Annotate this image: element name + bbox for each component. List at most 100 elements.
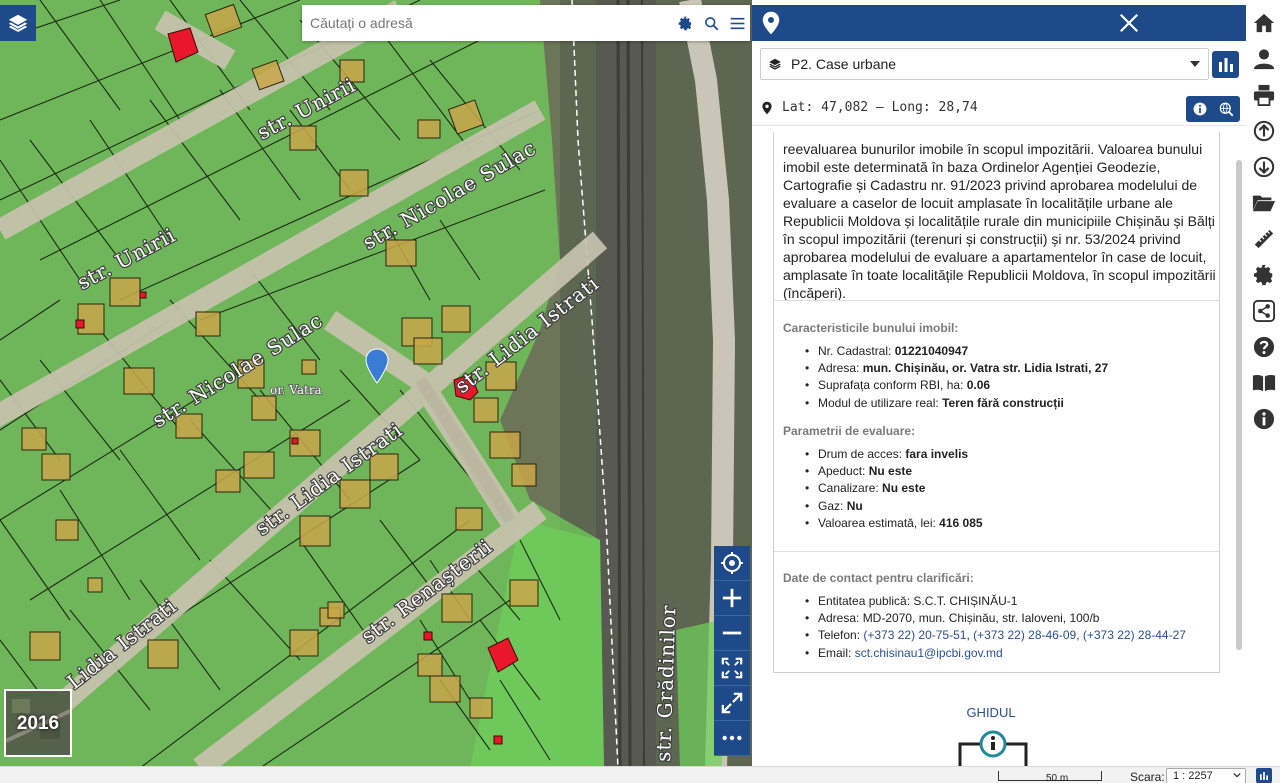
layers-icon xyxy=(8,14,28,32)
info-button[interactable] xyxy=(1186,96,1213,122)
zoom-out-button[interactable] xyxy=(714,616,750,651)
search-icon xyxy=(704,16,718,30)
email-link[interactable]: sct.chisinau1@ipcbi.gov.md xyxy=(855,646,1003,660)
share-button[interactable] xyxy=(1251,298,1277,324)
scale-action-button[interactable] xyxy=(1256,768,1272,783)
property-address: mun. Chișinău, or. Vatra str. Lidia Istr… xyxy=(862,361,1109,376)
layers-button[interactable] xyxy=(0,5,36,41)
divider xyxy=(774,551,1219,552)
book-icon xyxy=(1252,375,1276,392)
more-icon xyxy=(722,735,742,741)
scale-select-value: 1 : 2257 xyxy=(1173,770,1213,782)
list-item: Entitatea publică: S.C.T. CHIȘINĂU-1 xyxy=(783,593,1223,610)
locality-label: or. Vatra xyxy=(270,383,322,397)
list-item: Suprafața conform RBI, ha: 0.06 xyxy=(783,377,1223,394)
list-item: Adresa: MD-2070, mun. Chișinău, str. Ial… xyxy=(783,610,1223,627)
list-item: Nr. Cadastral: 01221040947 xyxy=(783,343,1223,360)
evaluation-intro-text: reevaluarea bunurilor imobile în scopul … xyxy=(783,141,1216,301)
manual-button[interactable] xyxy=(1251,370,1277,396)
search-menu-button[interactable] xyxy=(724,5,750,41)
map-canvas[interactable]: str. Unirii str. Unirii str. Nicolae Sul… xyxy=(0,0,752,768)
coordinate-actions xyxy=(1186,96,1240,122)
map-pin-icon xyxy=(762,101,772,114)
panel-header xyxy=(752,5,1246,41)
address-search-box xyxy=(302,5,750,41)
print-button[interactable] xyxy=(1251,82,1277,108)
list-item: Telefon: (+373 22) 20-75-51, (+373 22) 2… xyxy=(783,627,1223,644)
divider xyxy=(774,300,1219,301)
scale-select[interactable]: 1 : 2257 xyxy=(1166,768,1246,783)
list-item: Modul de utilizare real: Teren fără cons… xyxy=(783,395,1223,412)
home-icon xyxy=(1253,13,1275,33)
gear-icon xyxy=(678,16,691,30)
download-button[interactable] xyxy=(1251,154,1277,180)
bar-chart-icon xyxy=(1260,771,1268,780)
settings-button[interactable] xyxy=(1251,262,1277,288)
info-panel: P2. Case urbane Lat: 47,082 – Long: 28,7… xyxy=(752,0,1246,768)
layers-icon xyxy=(769,58,781,70)
map-pin-icon xyxy=(762,11,780,35)
cadastral-number: 01221040947 xyxy=(894,344,969,358)
print-icon xyxy=(1253,84,1275,106)
search-settings-button[interactable] xyxy=(672,5,698,41)
address-search-input[interactable] xyxy=(302,5,672,41)
statistics-button[interactable] xyxy=(1212,51,1239,78)
coordinates-row: Lat: 47,082 – Long: 28,74 xyxy=(752,90,1246,126)
info-icon xyxy=(1193,102,1206,116)
evaluation-section: Parametrii de evaluare: Drum de acces: f… xyxy=(783,424,1223,532)
characteristics-section: Caracteristicile bunului imobil: Nr. Cad… xyxy=(783,321,1223,412)
info-icon xyxy=(1253,408,1275,430)
guide-info-icon[interactable] xyxy=(958,730,1028,768)
more-button[interactable] xyxy=(714,721,750,756)
identify-button[interactable] xyxy=(1213,96,1240,122)
panel-content[interactable]: reevaluarea bunurilor imobile în scopul … xyxy=(752,132,1246,768)
upload-icon xyxy=(1253,120,1275,142)
list-item: Gaz: Nu xyxy=(783,498,1223,515)
zoom-in-button[interactable] xyxy=(714,581,750,616)
bar-chart-icon xyxy=(1218,57,1233,72)
share-icon xyxy=(1253,300,1275,322)
scale-label: Scara: xyxy=(1130,770,1165,783)
basemap-year-thumbnail[interactable]: 2016 xyxy=(4,689,72,757)
layer-select-value: P2. Case urbane xyxy=(791,56,897,72)
upload-button[interactable] xyxy=(1251,118,1277,144)
phone-link[interactable]: (+373 22) 20-75-51 xyxy=(863,628,966,642)
panel-scrollbar[interactable] xyxy=(1236,160,1242,650)
menu-icon xyxy=(730,17,744,29)
guide-link[interactable]: GHIDUL xyxy=(752,705,1230,720)
list-item: Email: sct.chisinau1@ipcbi.gov.md xyxy=(783,645,1223,662)
home-button[interactable] xyxy=(1251,10,1277,36)
plus-icon xyxy=(722,588,742,608)
status-bar: 50 m Scara: 1 : 2257 xyxy=(0,766,1280,783)
locate-icon xyxy=(721,552,743,574)
list-item: Valoarea estimată, lei: 416 085 xyxy=(783,515,1223,532)
help-button[interactable] xyxy=(1251,334,1277,360)
locate-button[interactable] xyxy=(714,546,750,581)
user-button[interactable] xyxy=(1251,46,1277,72)
measure-button[interactable] xyxy=(1251,226,1277,252)
chevron-down-icon xyxy=(1190,61,1200,67)
map-controls xyxy=(714,546,750,756)
fit-extent-button[interactable] xyxy=(714,651,750,686)
search-button[interactable] xyxy=(698,5,724,41)
coordinates-text: Lat: 47,082 – Long: 28,74 xyxy=(782,100,978,115)
location-pin-icon[interactable] xyxy=(365,348,389,384)
list-item: Apeduct: Nu este xyxy=(783,463,1223,480)
contact-section: Date de contact pentru clarificări: Enti… xyxy=(783,571,1223,662)
property-area: 0.06 xyxy=(966,378,991,393)
close-icon[interactable] xyxy=(1118,12,1140,34)
phone-link[interactable]: (+373 22) 28-46-09 xyxy=(973,628,1076,642)
open-folder-button[interactable] xyxy=(1251,190,1277,216)
basemap-year-label: 2016 xyxy=(16,713,60,734)
layer-select[interactable]: P2. Case urbane xyxy=(760,48,1209,80)
ruler-icon xyxy=(1254,229,1274,249)
fit-extent-icon xyxy=(721,657,743,679)
map-view[interactable]: str. Unirii str. Unirii str. Nicolae Sul… xyxy=(0,0,752,768)
phone-link[interactable]: (+373 22) 28-44-27 xyxy=(1083,628,1186,642)
right-toolbar xyxy=(1246,0,1280,768)
fullscreen-button[interactable] xyxy=(714,686,750,721)
globe-search-icon xyxy=(1219,102,1234,116)
list-item: Canalizare: Nu este xyxy=(783,480,1223,497)
about-button[interactable] xyxy=(1251,406,1277,432)
chevron-down-icon xyxy=(1233,772,1241,778)
